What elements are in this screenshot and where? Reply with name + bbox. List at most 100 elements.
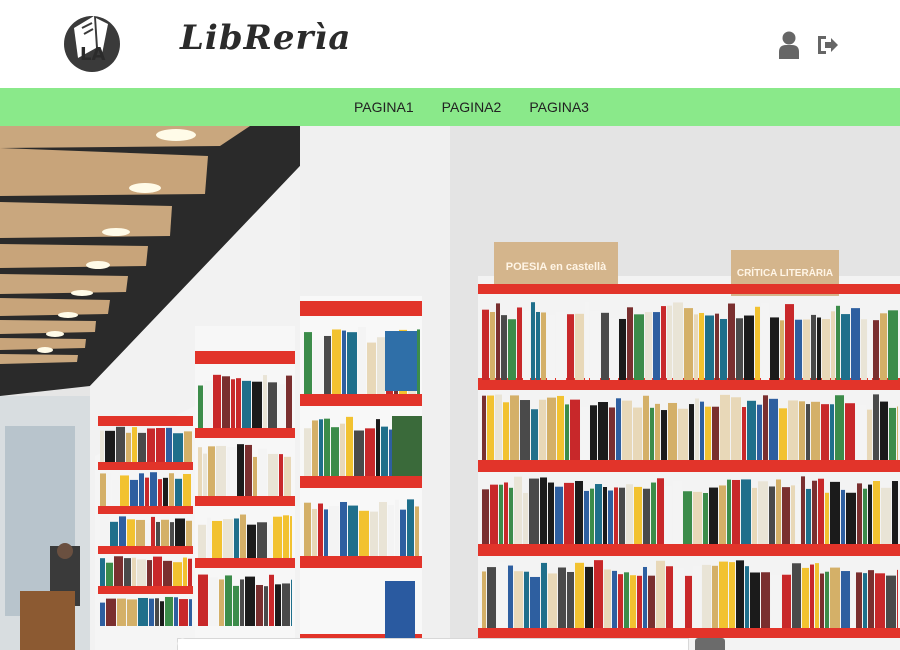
book-spine — [564, 482, 574, 544]
book-spine — [653, 312, 660, 380]
book-spine — [712, 406, 719, 460]
book-spine — [873, 320, 879, 380]
book-spine — [634, 486, 642, 544]
book-spine — [312, 508, 317, 556]
shelf-board — [195, 428, 295, 438]
nav-link-pagina3[interactable]: PAGINA3 — [529, 99, 589, 115]
book-spine — [189, 599, 192, 626]
book-spine — [744, 315, 754, 380]
book-spine — [729, 562, 735, 628]
book-spine — [209, 577, 218, 626]
book-spine — [736, 560, 744, 628]
book-spine — [626, 484, 633, 544]
book-cover — [392, 416, 422, 476]
book-spine — [673, 481, 682, 544]
book-spine — [370, 511, 378, 556]
book-spine — [857, 483, 862, 544]
book-spine — [149, 598, 154, 626]
book-spine — [367, 342, 376, 394]
site-logo[interactable]: LA LibRerìa — [62, 8, 350, 80]
user-icon[interactable] — [778, 30, 802, 60]
book-spine — [655, 403, 660, 460]
book-spine — [531, 409, 538, 460]
book-spine — [801, 476, 805, 544]
book-spine — [138, 432, 146, 462]
book-spine — [208, 446, 215, 496]
book-spine — [487, 567, 496, 628]
book-spine — [728, 303, 735, 380]
book-spine — [643, 488, 650, 544]
book-spine — [482, 309, 489, 380]
nav-link-pagina2[interactable]: PAGINA2 — [442, 99, 502, 115]
shelf-board — [478, 628, 900, 638]
search-button[interactable] — [177, 638, 725, 650]
book-spine — [678, 408, 688, 460]
book-spine — [792, 563, 801, 628]
search-input[interactable] — [177, 638, 689, 650]
book-spine — [612, 570, 617, 628]
book-spine — [811, 314, 816, 380]
book-spine — [886, 575, 896, 628]
book-spine — [107, 472, 111, 506]
book-spine — [841, 489, 845, 544]
book-spine — [693, 565, 701, 628]
logo-text: LibRerìa — [180, 18, 352, 58]
book-spine — [290, 516, 292, 558]
book-spine — [117, 598, 126, 626]
book-spine — [100, 473, 106, 506]
book-spine — [517, 307, 522, 380]
book-spine — [779, 408, 787, 460]
book-spine — [198, 574, 208, 626]
book-spine — [204, 380, 212, 428]
book-spine — [155, 598, 159, 626]
nav-link-pagina1[interactable]: PAGINA1 — [354, 99, 414, 115]
book-spine — [487, 395, 494, 460]
book-spine — [112, 480, 119, 506]
shelf-board — [478, 460, 900, 472]
book-spine — [761, 572, 770, 628]
book-spine — [156, 428, 165, 462]
book-spine — [657, 478, 664, 544]
book-spine — [236, 378, 241, 428]
book-spine — [531, 302, 535, 380]
book-spine — [213, 374, 221, 428]
book-spine — [132, 557, 136, 586]
book-spine — [347, 332, 357, 394]
book-spine — [699, 312, 704, 380]
book-spine — [806, 404, 810, 460]
book-spine — [175, 478, 182, 506]
sign-out-icon[interactable] — [816, 30, 840, 60]
book-spine — [771, 575, 781, 628]
book-spine — [719, 485, 726, 544]
book-spine — [354, 430, 364, 476]
book-spine — [650, 407, 654, 460]
book-spine — [358, 327, 366, 394]
book-spine — [304, 428, 311, 476]
book-spine — [482, 395, 486, 460]
book-spine — [557, 395, 564, 460]
book-spine — [503, 402, 509, 460]
book-spine — [166, 427, 172, 462]
book-spine — [825, 571, 829, 628]
book-spine — [482, 489, 489, 544]
book-spine — [720, 394, 730, 460]
book-spine — [702, 564, 711, 628]
book-spine — [867, 409, 872, 460]
shelf-board — [98, 546, 193, 554]
book-spine — [318, 503, 323, 556]
book-spine — [237, 444, 244, 496]
shelf-board — [300, 301, 422, 316]
book-spine — [873, 480, 880, 544]
book-spine — [242, 380, 251, 428]
book-spine — [381, 426, 388, 476]
book-spine — [377, 337, 385, 394]
book-spine — [555, 486, 563, 544]
book-spine — [340, 501, 347, 556]
book-spine — [715, 313, 719, 380]
book-spine — [897, 569, 898, 628]
book-spine — [590, 405, 597, 460]
book-spine — [175, 518, 185, 546]
book-spine — [685, 575, 692, 628]
book-spine — [156, 521, 160, 546]
book-spine — [490, 484, 498, 544]
